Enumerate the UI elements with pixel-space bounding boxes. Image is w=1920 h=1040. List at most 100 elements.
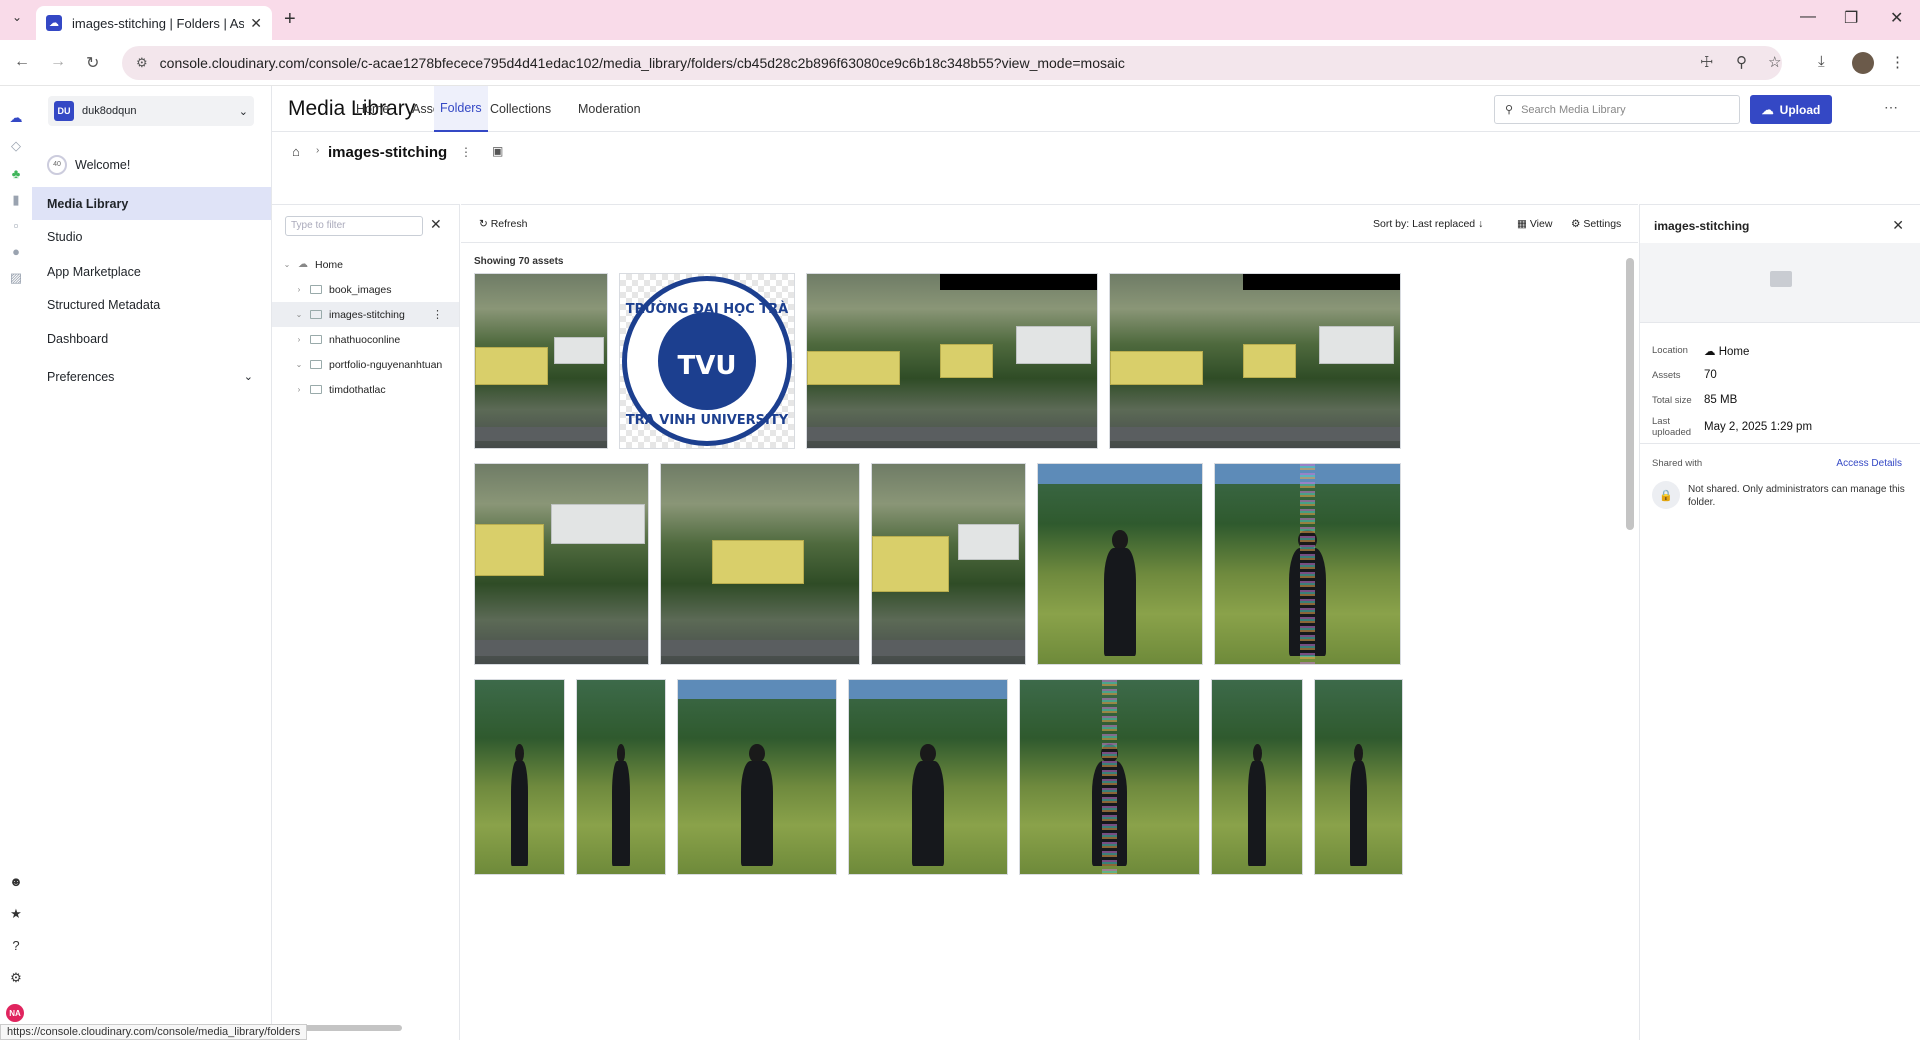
clear-filter-icon[interactable]: ✕ bbox=[430, 216, 442, 233]
account-switcher[interactable]: DU duk8odqun ⌄ bbox=[48, 96, 254, 126]
welcome-item[interactable]: 40 Welcome! bbox=[32, 148, 271, 181]
chevron-right-icon: › bbox=[297, 285, 301, 294]
sort-dropdown[interactable]: Sort by: Last replaced ↓ bbox=[1373, 218, 1483, 230]
tree-root[interactable]: ⌄ ☁ Home bbox=[272, 252, 459, 277]
cloudinary-logo-icon[interactable]: ☁ bbox=[8, 110, 24, 125]
progress-badge-icon: 40 bbox=[47, 154, 67, 175]
home-icon[interactable]: ⌂ bbox=[292, 144, 300, 159]
user-avatar[interactable]: NA bbox=[6, 1004, 24, 1022]
messages-icon[interactable]: ▨ bbox=[8, 270, 24, 285]
tree-horizontal-scrollbar[interactable] bbox=[302, 1025, 402, 1031]
sky-shape bbox=[678, 680, 836, 700]
upload-button[interactable]: ☁ Upload bbox=[1750, 95, 1832, 124]
asset-thumbnail[interactable] bbox=[1214, 463, 1401, 665]
tab-moderation[interactable]: Moderation bbox=[572, 86, 647, 132]
logo-bottom-text: TRA VINH UNIVERSITY bbox=[625, 413, 789, 429]
asset-thumbnail[interactable] bbox=[474, 273, 608, 449]
profile-avatar[interactable] bbox=[1852, 52, 1874, 74]
asset-thumbnail[interactable] bbox=[1019, 679, 1200, 875]
integrations-icon[interactable]: ★ bbox=[8, 906, 24, 921]
close-panel-icon[interactable]: ✕ bbox=[1892, 217, 1904, 234]
asset-thumbnail[interactable] bbox=[474, 679, 565, 875]
nav-app-marketplace[interactable]: App Marketplace bbox=[32, 255, 271, 288]
add-user-icon[interactable]: ☻ bbox=[8, 874, 24, 889]
stitch-gap-shape bbox=[940, 274, 1097, 290]
last-uploaded-value: May 2, 2025 1:29 pm bbox=[1704, 421, 1813, 433]
browser-menu-icon[interactable]: ⋮ bbox=[1890, 53, 1905, 71]
zoom-icon[interactable]: ⚲ bbox=[1736, 53, 1747, 71]
asset-thumbnail[interactable] bbox=[848, 679, 1008, 875]
asset-thumbnail[interactable] bbox=[806, 273, 1098, 449]
building-shape bbox=[712, 540, 804, 584]
preferences-label: Preferences bbox=[47, 369, 115, 384]
tree-folder[interactable]: › timdothatlac bbox=[272, 377, 459, 402]
folder-icon bbox=[310, 360, 322, 369]
minimize-icon[interactable]: — bbox=[1800, 8, 1816, 26]
nav-structured-metadata[interactable]: Structured Metadata bbox=[32, 288, 271, 321]
refresh-button[interactable]: ↻ Refresh bbox=[479, 218, 527, 230]
divider bbox=[1640, 443, 1920, 444]
asset-thumbnail[interactable] bbox=[576, 679, 666, 875]
back-icon[interactable]: ← bbox=[14, 53, 30, 71]
stitch-artifact-shape bbox=[1300, 464, 1315, 664]
bookmark-star-icon[interactable]: ☆ bbox=[1768, 53, 1781, 71]
search-input[interactable]: ⚲ Search Media Library bbox=[1494, 95, 1740, 124]
more-options-icon[interactable]: ⋯ bbox=[1884, 99, 1898, 116]
browser-tab-bar: ⌄ ☁ images-stitching | Folders | Ass… ✕ … bbox=[0, 0, 1920, 40]
url-field[interactable]: ⚙ console.cloudinary.com/console/c-acae1… bbox=[122, 46, 1782, 80]
folder-icon bbox=[310, 310, 322, 319]
asset-thumbnail[interactable] bbox=[871, 463, 1026, 665]
asset-thumbnail[interactable] bbox=[660, 463, 860, 665]
folder-icon bbox=[310, 385, 322, 394]
grid-vertical-scrollbar[interactable] bbox=[1626, 258, 1634, 530]
tab-home[interactable]: Home bbox=[350, 86, 395, 132]
breadcrumb-current: images-stitching bbox=[328, 144, 448, 161]
chat-icon[interactable]: ▫ bbox=[8, 218, 24, 233]
access-details-link[interactable]: Access Details bbox=[1836, 458, 1902, 469]
tree-folder[interactable]: › book_images bbox=[272, 277, 459, 302]
tree-folder[interactable]: ⌄ portfolio-nguyenanhtuan bbox=[272, 352, 459, 377]
asset-thumbnail[interactable] bbox=[1037, 463, 1203, 665]
forward-icon[interactable]: → bbox=[50, 53, 66, 71]
close-tab-icon[interactable]: ✕ bbox=[250, 15, 262, 32]
logo-mark: TVU bbox=[677, 350, 737, 381]
globe-icon[interactable]: ● bbox=[8, 244, 24, 259]
asset-thumbnail-logo[interactable]: TRƯỜNG ĐẠI HỌC TRÀ VINH TVU TRA VINH UNI… bbox=[619, 273, 795, 449]
asset-thumbnail[interactable] bbox=[1211, 679, 1303, 875]
reload-icon[interactable]: ↻ bbox=[86, 53, 99, 73]
settings-gear-icon[interactable]: ⚙ bbox=[8, 970, 24, 985]
asset-thumbnail[interactable] bbox=[474, 463, 649, 665]
view-button[interactable]: ▦ View bbox=[1517, 218, 1552, 230]
folder-tree: Type to filter ✕ ⌄ ☁ Home › book_images … bbox=[272, 204, 460, 1040]
folder-menu-icon[interactable]: ⋮ bbox=[432, 308, 443, 321]
tree-folder[interactable]: › nhathuoconline bbox=[272, 327, 459, 352]
nav-preferences[interactable]: Preferences ⌄ bbox=[32, 360, 271, 393]
tab-collections[interactable]: Collections bbox=[484, 86, 557, 132]
asset-thumbnail[interactable] bbox=[1109, 273, 1401, 449]
folder-details-panel: images-stitching ✕ Location ☁ Home Asset… bbox=[1639, 204, 1920, 1040]
settings-button[interactable]: ⚙ Settings bbox=[1571, 218, 1621, 230]
tree-folder-active[interactable]: ⌄ images-stitching ⋮ bbox=[272, 302, 459, 327]
tab-list-chevron-icon[interactable]: ⌄ bbox=[12, 10, 22, 24]
folder-filter-input[interactable]: Type to filter bbox=[285, 216, 423, 236]
restore-icon[interactable]: ❐ bbox=[1844, 8, 1858, 28]
nav-media-library[interactable]: Media Library bbox=[32, 187, 271, 220]
browser-tab[interactable]: ☁ images-stitching | Folders | Ass… ✕ bbox=[36, 6, 272, 40]
site-info-icon[interactable]: ⚙ bbox=[136, 55, 148, 71]
folder-info-icon[interactable]: ▣ bbox=[492, 144, 503, 158]
nav-studio[interactable]: Studio bbox=[32, 220, 271, 253]
translate-icon[interactable]: ☩ bbox=[1700, 53, 1713, 71]
tab-folders[interactable]: Folders bbox=[434, 86, 488, 132]
close-window-icon[interactable]: ✕ bbox=[1890, 8, 1903, 28]
nav-dashboard[interactable]: Dashboard bbox=[32, 322, 271, 355]
tree-folder-label: images-stitching bbox=[329, 308, 405, 321]
assets-icon[interactable]: ♣ bbox=[8, 166, 24, 181]
help-icon[interactable]: ? bbox=[8, 938, 24, 953]
programmable-media-icon[interactable]: ◇ bbox=[8, 138, 24, 153]
video-icon[interactable]: ▮ bbox=[8, 192, 24, 207]
new-tab-icon[interactable]: + bbox=[284, 8, 296, 31]
asset-thumbnail[interactable] bbox=[1314, 679, 1403, 875]
folder-actions-icon[interactable]: ⋮ bbox=[460, 145, 472, 159]
asset-thumbnail[interactable] bbox=[677, 679, 837, 875]
download-icon[interactable]: ⤓ bbox=[1818, 53, 1825, 70]
